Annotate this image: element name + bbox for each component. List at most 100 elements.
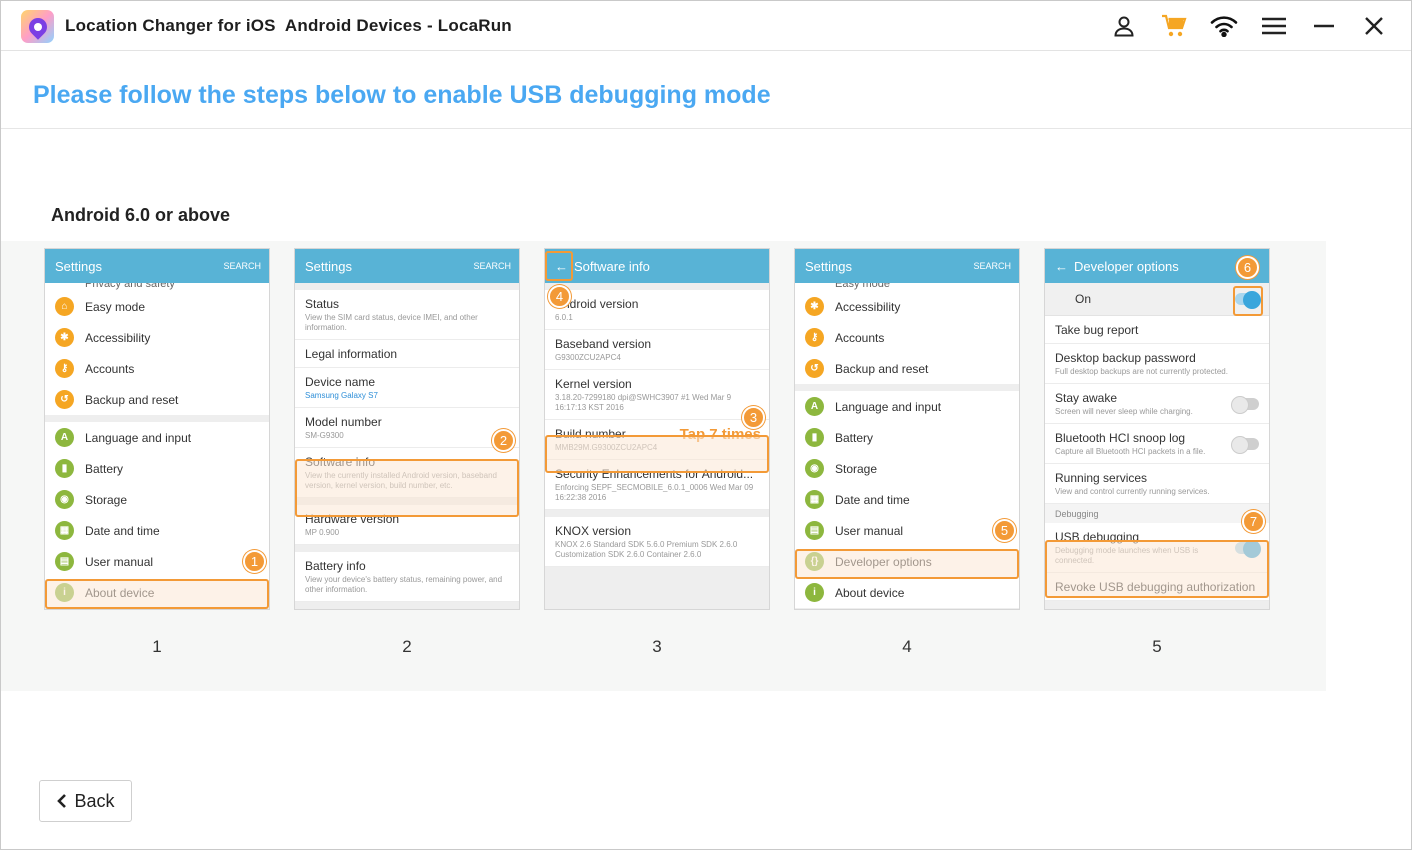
page-heading: Please follow the steps below to enable … <box>33 81 771 109</box>
usb-debugging-toggle <box>1235 540 1261 558</box>
list-item: Desktop backup password Full desktop back… <box>1045 344 1269 384</box>
list-item-usb-debugging: USB debugging Debugging mode launches whe… <box>1045 523 1269 573</box>
row-label: Developer options <box>835 554 932 569</box>
cut-off-row: Privacy and safety <box>45 283 269 291</box>
back-button[interactable]: Back <box>39 780 132 822</box>
settings-row: ▦ Date and time <box>795 484 1019 515</box>
item-subtitle: Debugging mode launches when USB is conn… <box>1055 546 1199 565</box>
wifi-icon[interactable] <box>1199 1 1249 51</box>
step-badge: 4 <box>548 285 571 308</box>
list-item-build-number: Build number MMB29M.G9300ZCU2APC4 Tap 7 ti… <box>545 420 769 460</box>
settings-row: i About device <box>795 577 1019 608</box>
row-label: Easy mode <box>85 299 146 314</box>
language-icon: A <box>55 428 74 447</box>
backup-icon: ↺ <box>805 359 824 378</box>
item-subtitle: 3.18.20-7299180 dpi@SWHC3907 #1 Wed Mar … <box>555 393 732 412</box>
info-icon: i <box>805 583 824 602</box>
menu-icon[interactable] <box>1249 1 1299 51</box>
item-title: Take bug report <box>1055 323 1139 337</box>
item-subtitle: Capture all Bluetooth HCI packets in a f… <box>1055 447 1206 456</box>
item-title: Stay awake <box>1055 391 1118 405</box>
divider <box>1 128 1411 129</box>
row-label: About device <box>835 585 905 600</box>
phone-header-title: Developer options <box>1074 258 1179 274</box>
step-5-screenshot: ← Developer options On Take bug report De… <box>1044 248 1270 610</box>
phone-header: Settings SEARCH <box>295 249 519 283</box>
item-title: Device name <box>305 375 376 389</box>
item-subtitle: G9300ZCU2APC4 <box>555 353 621 362</box>
row-label: Date and time <box>835 492 910 507</box>
step-number: 4 <box>902 637 912 656</box>
row-label: Backup and reset <box>835 361 929 376</box>
item-subtitle: KNOX 2.6 Standard SDK 5.6.0 Premium SDK … <box>555 540 738 559</box>
manual-icon: ▤ <box>55 552 74 571</box>
tap-instruction: Tap 7 times <box>679 426 761 443</box>
list-item: Battery info View your device's battery s… <box>295 552 519 602</box>
item-title: Kernel version <box>555 377 632 391</box>
step-number: 1 <box>152 637 162 656</box>
master-toggle <box>1235 291 1261 309</box>
step-3-screenshot: ← Software info Android version 6.0.1 Base… <box>544 248 770 610</box>
cart-icon[interactable] <box>1149 1 1199 51</box>
info-icon: i <box>55 583 74 602</box>
phone-header-title: Software info <box>574 258 650 274</box>
settings-row: ▮ Battery <box>795 422 1019 453</box>
settings-row: ▮ Battery <box>45 453 269 484</box>
phone-search-label: SEARCH <box>223 261 261 271</box>
list-item-software-info: Software info View the currently installe… <box>295 448 519 498</box>
phone-header: ← Software info <box>545 249 769 283</box>
item-title: Software info <box>305 455 376 469</box>
item-title: Security Enhancements for Android... <box>555 467 754 481</box>
app-logo-icon <box>21 10 54 43</box>
item-title: Legal information <box>305 347 398 361</box>
item-subtitle: MP 0.900 <box>305 528 340 537</box>
settings-row: A Language and input <box>795 391 1019 422</box>
row-label: Storage <box>85 492 128 507</box>
item-subtitle: Full desktop backups are not currently p… <box>1055 367 1228 376</box>
row-label: Accessibility <box>85 330 151 345</box>
minimize-icon[interactable] <box>1299 1 1349 51</box>
list-item: KNOX version KNOX 2.6 Standard SDK 5.6.0 … <box>545 517 769 567</box>
step-number: 2 <box>402 637 412 656</box>
key-icon: ⚷ <box>805 328 824 347</box>
step-badge: 7 <box>1242 510 1265 533</box>
row-label: Date and time <box>85 523 160 538</box>
item-title: Status <box>305 297 340 311</box>
close-icon[interactable] <box>1349 1 1399 51</box>
app-title: Location Changer for iOS Android Devices… <box>65 16 512 35</box>
settings-row: ▤ User manual <box>45 546 269 577</box>
list-item: Take bug report <box>1045 316 1269 344</box>
step-4-screenshot: Settings SEARCH Easy mode ✱ Accessibility… <box>794 248 1020 610</box>
row-label: Accounts <box>85 361 135 376</box>
row-label: Language and input <box>85 430 192 445</box>
storage-icon: ◉ <box>55 490 74 509</box>
settings-row: ▤ User manual <box>795 515 1019 546</box>
list-item: Model number SM-G9300 <box>295 408 519 448</box>
item-title: USB debugging <box>1055 530 1140 544</box>
step-badge: 2 <box>492 429 515 452</box>
language-icon: A <box>805 397 824 416</box>
storage-icon: ◉ <box>805 459 824 478</box>
settings-row: ✱ Accessibility <box>795 291 1019 322</box>
settings-row: ▦ Date and time <box>45 515 269 546</box>
settings-row-about-device: i About device <box>45 577 269 608</box>
item-title: Revoke USB debugging authorization <box>1055 580 1256 594</box>
list-item: Baseband version G9300ZCU2APC4 <box>545 330 769 370</box>
item-subtitle: View your device's battery status, remai… <box>305 575 503 594</box>
item-subtitle: SM-G9300 <box>305 431 344 440</box>
row-label: About device <box>85 585 155 600</box>
row-label: User manual <box>85 554 154 569</box>
step-badge: 1 <box>243 550 266 573</box>
step-number: 5 <box>1152 637 1162 656</box>
list-item: Bluetooth HCI snoop log Capture all Bluet… <box>1045 424 1269 464</box>
settings-row: ⚷ Accounts <box>45 353 269 384</box>
row-label: User manual <box>835 523 904 538</box>
manual-icon: ▤ <box>805 521 824 540</box>
user-icon[interactable] <box>1099 1 1149 51</box>
row-label: Battery <box>835 430 874 445</box>
row-label: Accounts <box>835 330 885 345</box>
calendar-icon: ▦ <box>55 521 74 540</box>
item-title: Baseband version <box>555 337 652 351</box>
phone-search-label: SEARCH <box>473 261 511 271</box>
accessibility-icon: ✱ <box>55 328 74 347</box>
